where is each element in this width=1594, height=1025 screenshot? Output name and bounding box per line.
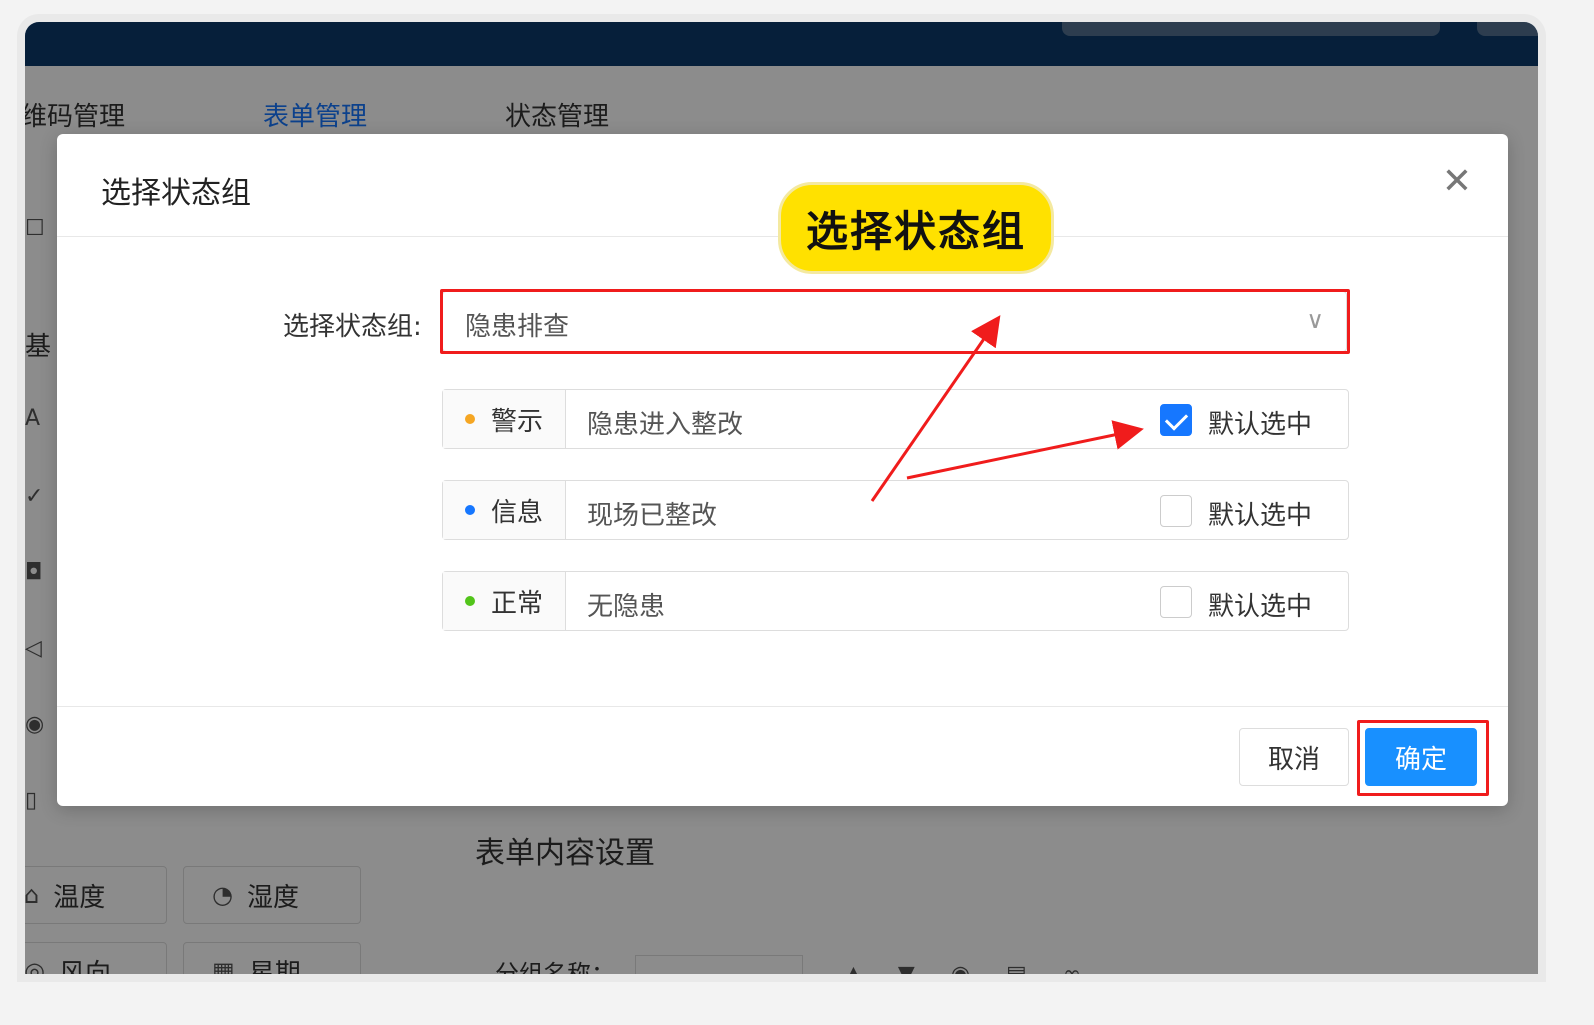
- highlight-confirm-button: [1357, 720, 1489, 796]
- status-row: 正常 无隐患 默认选中: [442, 571, 1349, 631]
- default-checkbox[interactable]: [1160, 495, 1192, 527]
- status-tag: 信息: [443, 481, 566, 539]
- default-checkbox-label[interactable]: 默认选中: [1208, 586, 1312, 623]
- status-group-label: 选择状态组:: [283, 312, 422, 342]
- status-tag: 正常: [443, 572, 566, 630]
- dot-icon: [465, 505, 475, 515]
- status-tag: 警示: [443, 390, 566, 448]
- highlight-select-box: [440, 289, 1350, 354]
- status-row: 警示 隐患进入整改 默认选中: [442, 389, 1349, 449]
- close-icon[interactable]: ✕: [1442, 164, 1472, 200]
- cancel-button[interactable]: 取消: [1239, 728, 1349, 786]
- dot-icon: [465, 596, 475, 606]
- status-description: 无隐患: [587, 592, 666, 622]
- status-description: 现场已整改: [587, 501, 718, 531]
- select-status-group-dialog: 选择状态组 ✕ 选择状态组 选择状态组: 隐患排查 ∨ 警示 隐患进入整改 默认…: [57, 134, 1508, 806]
- status-description: 隐患进入整改: [587, 410, 744, 440]
- dialog-title: 选择状态组: [101, 176, 251, 211]
- default-checkbox-label[interactable]: 默认选中: [1208, 404, 1312, 441]
- dialog-footer: 取消 确定: [57, 706, 1508, 806]
- annotation-callout: 选择状态组: [778, 182, 1054, 274]
- default-checkbox-label[interactable]: 默认选中: [1208, 495, 1312, 532]
- default-checkbox[interactable]: [1160, 586, 1192, 618]
- status-row: 信息 现场已整改 默认选中: [442, 480, 1349, 540]
- dot-icon: [465, 414, 475, 424]
- default-checkbox[interactable]: [1160, 404, 1192, 436]
